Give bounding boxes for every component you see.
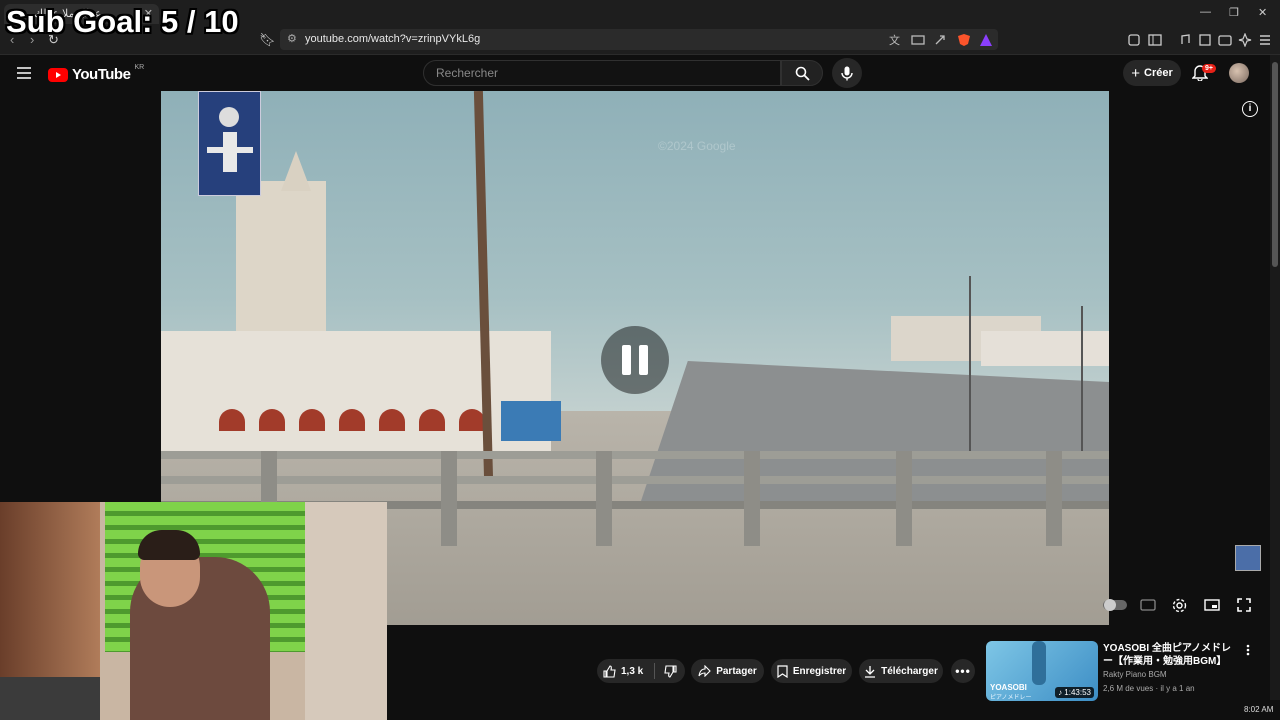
arch — [379, 409, 405, 431]
like-dislike-group: 1,3 k — [597, 659, 685, 683]
rail-post — [441, 451, 457, 546]
thumb-figure — [1032, 641, 1046, 685]
svg-text:文: 文 — [889, 33, 900, 47]
autoplay-toggle-icon[interactable] — [1103, 598, 1127, 612]
bridge-rail — [161, 451, 1109, 459]
create-button[interactable]: + Créer — [1123, 60, 1181, 86]
youtube-header: YouTube KR Rechercher + Créer 9+ — [0, 55, 1270, 91]
webcam-laptop — [0, 677, 100, 720]
like-count[interactable]: 1,3 k — [621, 666, 643, 677]
bridge-rail — [161, 476, 1109, 484]
create-label: Créer — [1144, 67, 1173, 79]
wallet-icon[interactable] — [1218, 33, 1232, 47]
brave-shield-icon[interactable] — [957, 33, 971, 47]
notification-badge: 9+ — [1202, 64, 1216, 73]
system-clock: 8:02 AM — [1244, 705, 1274, 714]
share-button[interactable]: Partager — [691, 659, 764, 683]
save-playlist-icon — [777, 664, 788, 678]
channel-watermark-icon[interactable] — [1235, 545, 1261, 571]
video-watermark: ©2024 Google — [658, 139, 736, 153]
youtube-wordmark: YouTube — [72, 66, 131, 83]
share-page-icon[interactable] — [933, 33, 947, 47]
bookmark-icon[interactable]: 🔖︎ — [259, 32, 276, 48]
share-arrow-icon — [698, 665, 711, 677]
blue-shop — [501, 401, 561, 441]
dislike-icon[interactable] — [664, 664, 677, 678]
more-vertical-icon[interactable] — [1246, 644, 1250, 656]
menu-icon[interactable] — [1258, 33, 1272, 47]
streetview-flag-logo — [198, 91, 261, 196]
save-button[interactable]: Enregistrer — [771, 659, 852, 683]
street-lamp — [1081, 306, 1083, 456]
pause-icon-bar — [622, 345, 631, 375]
rail-post — [596, 451, 612, 546]
webcam-person-hair — [138, 530, 200, 560]
microphone-icon — [841, 66, 853, 80]
thumb-subtitle: ピアノメドレー — [990, 695, 1032, 701]
like-icon[interactable] — [603, 664, 616, 678]
rewards-icon[interactable] — [979, 33, 993, 47]
download-label: Télécharger — [881, 665, 938, 677]
settings-gear-icon[interactable] — [1172, 598, 1187, 613]
voice-search-button[interactable] — [832, 58, 862, 88]
minimize-icon[interactable]: — — [1200, 6, 1211, 18]
more-horizontal-icon: ••• — [955, 664, 971, 678]
rail-post — [1046, 451, 1062, 546]
duration-text: 1:43:53 — [1064, 688, 1091, 697]
recommended-meta: 2,6 M de vues · il y a 1 an — [1103, 684, 1195, 693]
download-icon — [865, 665, 876, 678]
plus-icon: + — [1131, 64, 1140, 82]
arch — [419, 409, 445, 431]
translate-icon[interactable]: 文 — [888, 33, 902, 47]
cast-icon[interactable] — [911, 33, 925, 47]
hamburger-icon[interactable] — [17, 67, 31, 79]
recommended-video-title[interactable]: YOASOBI 全曲ピアノメドレー【作業用・勉強用BGM】 — [1103, 642, 1238, 668]
search-input[interactable]: Rechercher — [423, 60, 781, 86]
youtube-play-icon — [48, 67, 68, 82]
restore-icon[interactable]: ❐ — [1229, 6, 1239, 19]
extensions-icon[interactable] — [1127, 33, 1141, 47]
media-icon[interactable] — [1178, 33, 1192, 47]
thumb-brand: YOASOBI — [990, 683, 1027, 692]
youtube-logo[interactable]: YouTube KR — [48, 64, 145, 83]
recommended-channel[interactable]: Rakty Piano BGM — [1103, 670, 1167, 679]
webcam-wall — [305, 502, 387, 720]
pause-button[interactable] — [601, 326, 669, 394]
arch — [459, 409, 485, 431]
save-label: Enregistrer — [792, 665, 847, 677]
town-building — [981, 331, 1109, 366]
miniplayer-icon[interactable] — [1204, 598, 1220, 612]
mosque-building — [161, 331, 551, 456]
search-icon — [795, 66, 810, 81]
close-window-icon[interactable]: ✕ — [1258, 6, 1267, 19]
arch — [339, 409, 365, 431]
arch — [299, 409, 325, 431]
info-icon[interactable]: i — [1242, 101, 1258, 117]
more-actions-button[interactable]: ••• — [951, 659, 975, 683]
reading-list-icon[interactable] — [1198, 33, 1212, 47]
share-label: Partager — [716, 665, 757, 677]
leo-ai-icon[interactable] — [1238, 33, 1252, 47]
recommended-video-thumbnail[interactable]: YOASOBI ピアノメドレー ♪ 1:43:53 — [986, 641, 1098, 701]
subtitles-icon[interactable] — [1140, 598, 1156, 612]
video-duration: ♪ 1:43:53 — [1055, 687, 1094, 698]
fullscreen-icon[interactable] — [1237, 598, 1251, 612]
arch — [259, 409, 285, 431]
street-lamp — [969, 276, 971, 456]
sidebar-icon[interactable] — [1148, 33, 1162, 47]
site-info-icon[interactable]: ⚙ — [287, 29, 297, 50]
url-text: youtube.com/watch?v=zrinpVYkL6g — [305, 33, 481, 45]
arch — [219, 409, 245, 431]
scrollbar-thumb[interactable] — [1272, 62, 1278, 267]
avatar[interactable] — [1229, 63, 1249, 83]
search-button[interactable] — [781, 60, 823, 86]
rail-post — [896, 451, 912, 546]
webcam-overlay — [0, 502, 387, 720]
divider — [654, 663, 656, 679]
rail-post — [744, 451, 760, 546]
download-button[interactable]: Télécharger — [859, 659, 943, 683]
pause-icon-bar — [639, 345, 648, 375]
sub-goal-overlay: Sub Goal: 5 / 10 — [6, 4, 239, 39]
region-code: KR — [134, 64, 145, 71]
